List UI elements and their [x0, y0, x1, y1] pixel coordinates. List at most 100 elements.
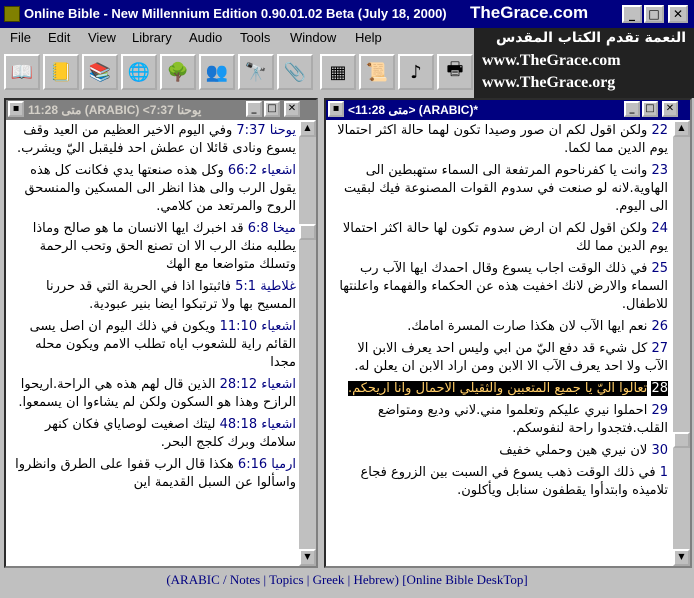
verse-text: في ذلك الوقت ذهب يسوع في السبت بين الزرو…	[360, 465, 668, 498]
left-scroll-up[interactable]: ▲	[299, 120, 316, 137]
brand-text: TheGrace.com	[470, 3, 589, 22]
right-minimize-button[interactable]: _	[624, 101, 640, 117]
left-bible-pane: ▪ متى 11:28 (ARABIC) <يوحنا 7:37 _ □ ✕ ▲…	[4, 98, 318, 568]
right-pane-title: <متى 11:28> (ARABIC)*	[348, 103, 479, 117]
globe-icon[interactable]: 🌐	[121, 54, 157, 90]
menu-tools[interactable]: Tools	[240, 30, 270, 45]
status-bar: (ARABIC / Notes | Topics | Greek | Hebre…	[166, 572, 528, 587]
verse-text: لان نيري هين وحملي خفيف	[499, 443, 648, 458]
left-pane-titlebar[interactable]: ▪ متى 11:28 (ARABIC) <يوحنا 7:37 _ □ ✕	[6, 100, 316, 120]
menu-file[interactable]: File	[10, 30, 31, 45]
right-close-button[interactable]: ✕	[662, 101, 678, 117]
verse-item[interactable]: اشعياء 11:10 ويكون في ذلك اليوم ان اصل ي…	[10, 318, 296, 372]
right-text-area[interactable]: 22 ولكن اقول لكم ان صور وصيدا تكون لهما …	[330, 122, 668, 564]
printer-icon[interactable]: 🖶	[437, 54, 473, 90]
minimize-button[interactable]: _	[622, 5, 642, 23]
left-scroll-thumb[interactable]	[299, 224, 316, 240]
menu-help[interactable]: Help	[355, 30, 382, 45]
columns-icon[interactable]: ▦	[320, 54, 356, 90]
verse-item[interactable]: 30 لان نيري هين وحملي خفيف	[330, 442, 668, 460]
tree-icon[interactable]: 🌳	[160, 54, 196, 90]
left-maximize-button[interactable]: □	[264, 101, 280, 117]
audio-icon[interactable]: ♪	[398, 54, 434, 90]
verse-text: احملوا نيري عليكم وتعلموا مني.لاني وديع …	[377, 403, 668, 436]
pane-menu-icon[interactable]: ▪	[328, 101, 344, 117]
left-scrollbar[interactable]: ▲ ▼	[299, 120, 316, 566]
verse-item[interactable]: ارميا 6:16 هكذا قال الرب قفوا على الطرق …	[10, 456, 296, 492]
verse-ref: اشعياء 66:2	[227, 163, 296, 178]
menu-audio[interactable]: Audio	[189, 30, 222, 45]
right-scrollbar[interactable]: ▲ ▼	[673, 120, 690, 566]
thegrace-banner[interactable]: النعمة تقدم الكتاب المقدس www.TheGrace.c…	[474, 28, 694, 98]
main-window: Online Bible - New Millennium Edition 0.…	[0, 0, 694, 598]
app-icon[interactable]	[4, 6, 20, 22]
notebook-icon[interactable]: 📒	[43, 54, 79, 90]
right-maximize-button[interactable]: □	[642, 101, 658, 117]
verse-ref: ميخا 6:8	[247, 221, 296, 236]
binoculars-icon[interactable]: 🔭	[238, 54, 274, 90]
menu-edit[interactable]: Edit	[48, 30, 70, 45]
verse-item[interactable]: غلاطية 5:1 فاثبتوا اذا في الحرية التي قد…	[10, 278, 296, 314]
right-scroll-thumb[interactable]	[673, 432, 690, 448]
verse-item[interactable]: اشعياء 28:12 الذين قال لهم هذه هي الراحة…	[10, 376, 296, 412]
verse-ref: 27	[651, 341, 668, 356]
library-icon[interactable]: 📚	[82, 54, 118, 90]
banner-arabic: النعمة تقدم الكتاب المقدس	[495, 30, 686, 46]
verse-item[interactable]: 26 نعم ايها الآب لان هكذا صارت المسرة ام…	[330, 318, 668, 336]
verse-ref: 1	[659, 465, 668, 480]
window-title: Online Bible - New Millennium Edition 0.…	[24, 6, 447, 21]
verse-ref: 25	[651, 261, 668, 276]
verse-ref: اشعياء 48:18	[219, 417, 296, 432]
toolbar: 📖 📒 📚 🌐 🌳 👥 🔭 📎 ▦ 📜 ♪ 🖶	[0, 52, 474, 94]
verse-text: في ذلك الوقت اجاب يسوع وقال احمدك ايها ا…	[339, 261, 668, 312]
verse-item[interactable]: يوحنا 7:37 وفي اليوم الاخير العظيم من ال…	[10, 122, 296, 158]
verse-ref: اشعياء 11:10	[219, 319, 296, 334]
verse-item[interactable]: 24 ولكن اقول لكم ان ارض سدوم تكون لها حا…	[330, 220, 668, 256]
menu-view[interactable]: View	[88, 30, 116, 45]
verse-item[interactable]: 1 في ذلك الوقت ذهب يسوع في السبت بين الز…	[330, 464, 668, 500]
left-minimize-button[interactable]: _	[246, 101, 262, 117]
people-icon[interactable]: 👥	[199, 54, 235, 90]
title-bar[interactable]: Online Bible - New Millennium Edition 0.…	[0, 0, 694, 28]
verse-ref: 29	[651, 403, 668, 418]
open-book-icon[interactable]: 📖	[4, 54, 40, 90]
left-close-button[interactable]: ✕	[284, 101, 300, 117]
verse-ref: غلاطية 5:1	[235, 279, 296, 294]
scroll-icon[interactable]: 📜	[359, 54, 395, 90]
verse-item[interactable]: 23 وانت يا كفرناحوم المرتفعة الى السماء …	[330, 162, 668, 216]
verse-text: نعم ايها الآب لان هكذا صارت المسرة امامك…	[407, 319, 648, 334]
verse-item-highlighted[interactable]: 28 تعالوا اليّ يا جميع المتعبين والثقيلي…	[330, 380, 668, 398]
verse-text: ولكن اقول لكم ان صور وصيدا تكون لهما حال…	[337, 123, 668, 156]
verse-item[interactable]: 29 احملوا نيري عليكم وتعلموا مني.لاني ود…	[330, 402, 668, 438]
verse-ref: 28	[651, 381, 668, 396]
verse-ref: يوحنا 7:37	[236, 123, 296, 138]
close-button[interactable]: ✕	[668, 5, 688, 23]
verse-ref: 23	[651, 163, 668, 178]
verse-text: تعالوا اليّ يا جميع المتعبين والثقيلي ال…	[347, 381, 648, 396]
verse-item[interactable]: اشعياء 66:2 وكل هذه صنعتها يدي فكانت كل …	[10, 162, 296, 216]
right-scroll-down[interactable]: ▼	[673, 549, 690, 566]
left-scroll-down[interactable]: ▼	[299, 549, 316, 566]
verse-item[interactable]: ميخا 6:8 قد اخبرك ايها الانسان ما هو صال…	[10, 220, 296, 274]
right-bible-pane: ▪ <متى 11:28> (ARABIC)* _ □ ✕ ▲ ▼ 22 ولك…	[324, 98, 692, 568]
maximize-button[interactable]: □	[644, 5, 664, 23]
right-pane-titlebar[interactable]: ▪ <متى 11:28> (ARABIC)* _ □ ✕	[326, 100, 690, 120]
verse-text: ولكن اقول لكم ان ارض سدوم تكون لها حالة …	[342, 221, 668, 254]
verse-text: كل شيء قد دفع اليّ من ابي وليس احد يعرف …	[354, 341, 668, 374]
verse-item[interactable]: 25 في ذلك الوقت اجاب يسوع وقال احمدك ايه…	[330, 260, 668, 314]
verse-ref: 30	[651, 443, 668, 458]
left-pane-title: متى 11:28 (ARABIC) <يوحنا 7:37	[28, 103, 202, 117]
verse-item[interactable]: 27 كل شيء قد دفع اليّ من ابي وليس احد يع…	[330, 340, 668, 376]
verse-item[interactable]: 22 ولكن اقول لكم ان صور وصيدا تكون لهما …	[330, 122, 668, 158]
right-scroll-up[interactable]: ▲	[673, 120, 690, 137]
verse-ref: 26	[651, 319, 668, 334]
verse-item[interactable]: اشعياء 48:18 ليتك اصغيت لوصاياي فكان كنه…	[10, 416, 296, 452]
menu-window[interactable]: Window	[290, 30, 336, 45]
paperclip-icon[interactable]: 📎	[277, 54, 313, 90]
left-text-area[interactable]: يوحنا 7:37 وفي اليوم الاخير العظيم من ال…	[10, 122, 296, 564]
pane-menu-icon[interactable]: ▪	[8, 101, 24, 117]
verse-ref: 24	[651, 221, 668, 236]
banner-url-com: www.TheGrace.com	[482, 52, 621, 69]
verse-ref: اشعياء 28:12	[219, 377, 296, 392]
menu-library[interactable]: Library	[132, 30, 172, 45]
